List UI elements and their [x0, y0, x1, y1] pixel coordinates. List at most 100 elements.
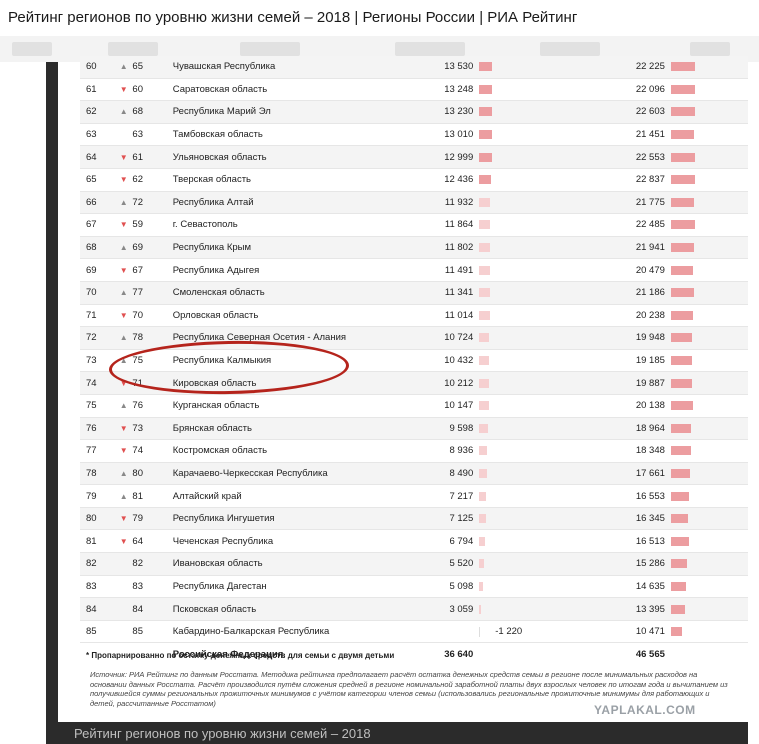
- arrow-up-icon: ▲: [114, 100, 133, 124]
- toolbar-blurred-item[interactable]: [240, 42, 300, 56]
- balance-value: 10 212: [397, 371, 480, 395]
- income-bar: [670, 220, 695, 230]
- balance-bar: [479, 288, 491, 298]
- income-bar: [670, 514, 688, 524]
- previous-rank: 63: [132, 123, 173, 147]
- table-row: 76 ▼ 73 Брянская область 9 598 18 964: [80, 417, 748, 441]
- total-value-2: 46 565: [614, 642, 671, 666]
- balance-bar-cell: [479, 168, 615, 192]
- balance-value: 5 098: [397, 575, 480, 599]
- income-bar-cell: [670, 462, 748, 486]
- page-margin-left: [0, 62, 46, 744]
- income-bar-cell: [670, 417, 748, 441]
- income-value: 16 513: [614, 529, 671, 554]
- income-bar-cell: [670, 371, 748, 395]
- income-bar-cell: [670, 620, 748, 644]
- previous-rank: 79: [132, 507, 173, 531]
- toolbar-blurred-item[interactable]: [108, 42, 158, 56]
- rank-position: 63: [80, 123, 115, 147]
- arrow-down-icon: ▼: [114, 417, 133, 441]
- rank-position: 69: [80, 258, 115, 282]
- income-bar: [670, 175, 695, 185]
- window-titlebar: Рейтинг регионов по уровню жизни семей –…: [0, 0, 759, 37]
- zero-tick: [479, 626, 481, 637]
- previous-rank: 61: [132, 145, 173, 169]
- balance-bar: [479, 559, 485, 569]
- arrow-down-icon: ▼: [114, 213, 133, 237]
- footnote: * Пропарнированно по остатку денежных ср…: [86, 651, 395, 660]
- balance-bar-cell: [479, 236, 615, 260]
- balance-bar: [479, 514, 487, 524]
- table-row: 78 ▲ 80 Карачаево-Черкесская Республика 8 49…: [80, 462, 748, 486]
- no-change-icon: [114, 620, 133, 644]
- balance-bar: [479, 175, 492, 185]
- income-bar: [670, 536, 689, 546]
- income-bar: [670, 243, 694, 253]
- region-name: Республика Марий Эл: [172, 100, 398, 124]
- balance-bar: [479, 536, 486, 546]
- income-bar-cell: [670, 394, 748, 418]
- toolbar-blurred-item[interactable]: [395, 42, 465, 56]
- balance-bar: [479, 401, 490, 411]
- table-row: 85 85 Кабардино-Балкарская Республика -1 22…: [80, 620, 748, 644]
- income-value: 16 345: [614, 507, 671, 531]
- toolbar-blurred-item[interactable]: [12, 42, 52, 56]
- arrow-up-icon: ▲: [114, 394, 133, 418]
- balance-bar: [479, 423, 489, 433]
- balance-value: 9 598: [397, 417, 480, 441]
- balance-bar-cell: [479, 349, 615, 373]
- page-margin-right: [748, 62, 759, 744]
- income-bar-cell: [670, 439, 748, 463]
- income-bar: [670, 559, 687, 569]
- rank-position: 72: [80, 326, 115, 350]
- income-value: 20 238: [614, 304, 671, 328]
- balance-bar: [479, 197, 491, 207]
- region-name: Ивановская область: [172, 552, 398, 576]
- balance-bar-cell: [479, 123, 615, 147]
- income-value: 16 553: [614, 484, 671, 508]
- previous-rank: 70: [132, 304, 173, 328]
- balance-bar: [479, 107, 493, 117]
- region-name: Республика Крым: [172, 236, 398, 260]
- income-bar: [670, 152, 695, 162]
- balance-bar: [479, 581, 484, 591]
- total-value-1: 36 640: [397, 642, 480, 666]
- income-bar-cell: [670, 78, 748, 102]
- region-name: Ульяновская область: [172, 145, 398, 169]
- income-bar-cell: [670, 575, 748, 599]
- balance-bar-cell: [479, 439, 615, 463]
- balance-bar-cell: [479, 575, 615, 599]
- previous-rank: 65: [132, 56, 173, 79]
- arrow-down-icon: ▼: [114, 507, 133, 531]
- rank-position: 68: [80, 236, 115, 260]
- income-bar-cell: [670, 56, 748, 79]
- previous-rank: 59: [132, 213, 173, 237]
- table-row: 68 ▲ 69 Республика Крым 11 802 21 941: [80, 236, 748, 260]
- toolbar-blurred-item[interactable]: [690, 42, 730, 56]
- income-value: 18 348: [614, 439, 671, 463]
- income-bar: [670, 197, 694, 207]
- income-value: 20 479: [614, 258, 671, 282]
- income-bar: [670, 84, 695, 94]
- balance-bar-cell: [479, 100, 615, 124]
- toolbar-blurred-item[interactable]: [540, 42, 600, 56]
- income-bar: [670, 604, 685, 614]
- income-bar-cell: [670, 304, 748, 328]
- region-name: г. Севастополь: [172, 213, 398, 237]
- no-change-icon: [114, 575, 133, 599]
- arrow-up-icon: ▲: [114, 484, 133, 508]
- balance-value: 8 490: [397, 462, 480, 486]
- rank-position: 64: [80, 145, 115, 169]
- income-bar: [670, 627, 682, 637]
- rank-position: 79: [80, 484, 115, 508]
- rank-position: 80: [80, 507, 115, 531]
- previous-rank: 68: [132, 100, 173, 124]
- income-bar: [670, 401, 693, 411]
- balance-bar-cell: [479, 56, 615, 79]
- balance-bar-cell: [479, 258, 615, 282]
- arrow-up-icon: ▲: [114, 56, 133, 79]
- income-bar: [670, 333, 692, 343]
- balance-bar: [479, 84, 493, 94]
- balance-value: 13 010: [397, 123, 480, 147]
- balance-bar-cell: [479, 281, 615, 305]
